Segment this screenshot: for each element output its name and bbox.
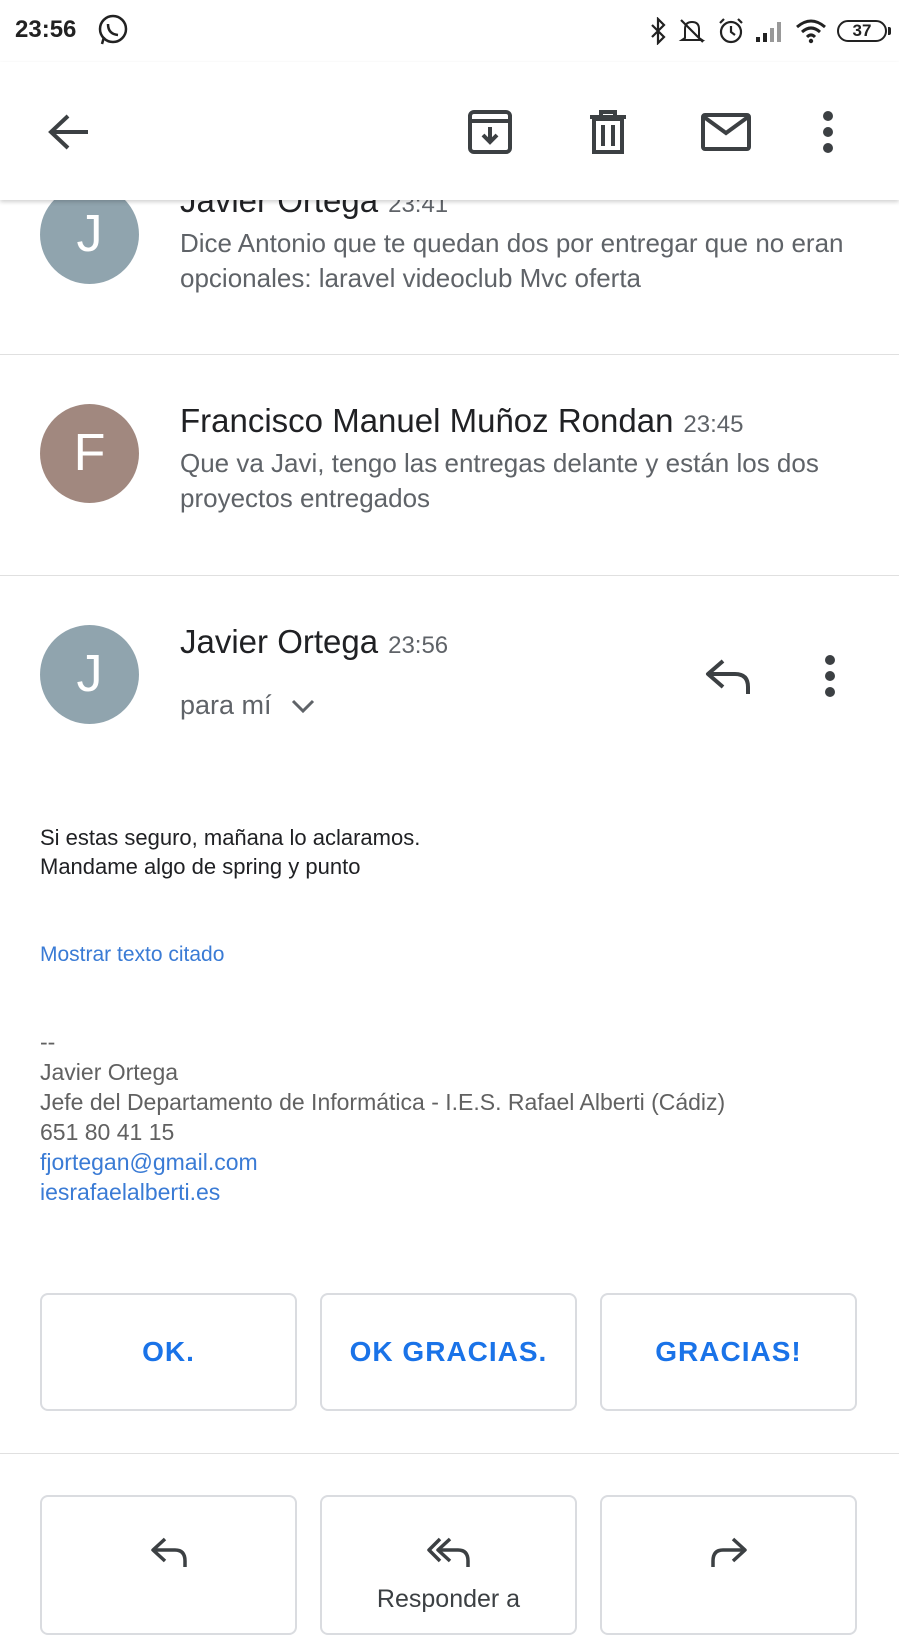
whatsapp-icon [98,14,128,45]
sender-label: Francisco Manuel Muñoz Rondan [180,402,674,439]
smart-reply-ok[interactable]: OK. [40,1293,297,1411]
more-options-button[interactable] [800,104,856,160]
reply-icon [706,659,750,694]
sender-name: Francisco Manuel Muñoz Rondan 23:45 [180,402,743,440]
avatar[interactable]: J [40,625,139,724]
bluetooth-icon [651,17,666,45]
more-options-icon [823,111,833,153]
forward-icon [710,1537,747,1567]
message-more-options-button[interactable] [810,648,850,704]
sender-name: Javier Ortega 23:56 [180,623,448,661]
signature-email-link[interactable]: fjortegan@gmail.com [40,1147,725,1177]
delete-button[interactable] [580,104,636,160]
message-body: Si estas seguro, mañana lo aclaramos. Ma… [40,823,420,881]
status-bar: 23:56 37 [0,0,899,62]
archive-button[interactable] [462,104,518,160]
mark-unread-button[interactable] [698,104,754,160]
delete-icon [590,110,626,154]
chevron-down-icon [291,699,314,713]
message-time: 23:56 [388,632,449,659]
mute-icon [678,19,706,43]
signature-title: Jefe del Departamento de Informática - I… [40,1089,726,1115]
forward-action-button[interactable] [600,1495,857,1635]
archive-icon [468,110,512,154]
status-time: 23:56 [15,16,77,43]
recipient-details-toggle[interactable]: para mí [180,690,316,721]
body-line: Si estas seguro, mañana lo aclaramos. [40,825,421,850]
back-arrow-icon [48,114,88,150]
mark-unread-icon [701,113,751,151]
signature-phone[interactable]: 651 80 41 15 [40,1117,725,1147]
reply-icon [150,1537,187,1567]
alarm-icon [719,18,743,44]
message-time: 23:45 [683,411,744,438]
reply-button[interactable] [698,648,758,704]
wifi-icon [796,19,826,44]
reply-all-icon [426,1537,470,1567]
avatar[interactable]: F [40,404,139,503]
message-snippet: Dice Antonio que te quedan dos por entre… [180,228,844,293]
recipient-label: para mí [180,690,272,720]
thread-message-collapsed[interactable]: F Francisco Manuel Muñoz Rondan 23:45 Que… [0,355,899,575]
sender-label: Javier Ortega [180,623,379,660]
smart-reply-gracias[interactable]: GRACIAS! [600,1293,857,1411]
show-quoted-text-link[interactable]: Mostrar texto citado [40,943,224,967]
signature-website-link[interactable]: iesrafaelalberti.es [40,1177,725,1207]
smart-reply-ok-gracias[interactable]: OK GRACIAS. [320,1293,577,1411]
reply-all-action-button[interactable]: Responder a [320,1495,577,1635]
message-snippet: Que va Javi, tengo las entregas delante … [180,448,819,513]
signature-name: Javier Ortega [40,1059,179,1085]
divider [0,1453,899,1454]
body-line: Mandame algo de spring y punto [40,854,361,879]
email-thread: J Javier Ortega 23:41 Dice Antonio que te… [0,0,899,1635]
signature-separator: -- [40,1029,56,1055]
signal-icon [756,22,781,42]
reply-action-button[interactable] [40,1495,297,1635]
more-vert-icon [825,655,835,697]
action-label: Responder a [376,1585,521,1613]
battery-icon: 37 [837,20,891,42]
email-signature: -- Javier Ortega Jefe del Departamento d… [40,1027,725,1207]
app-toolbar [0,62,899,200]
back-button[interactable] [40,104,96,160]
divider [0,575,899,576]
